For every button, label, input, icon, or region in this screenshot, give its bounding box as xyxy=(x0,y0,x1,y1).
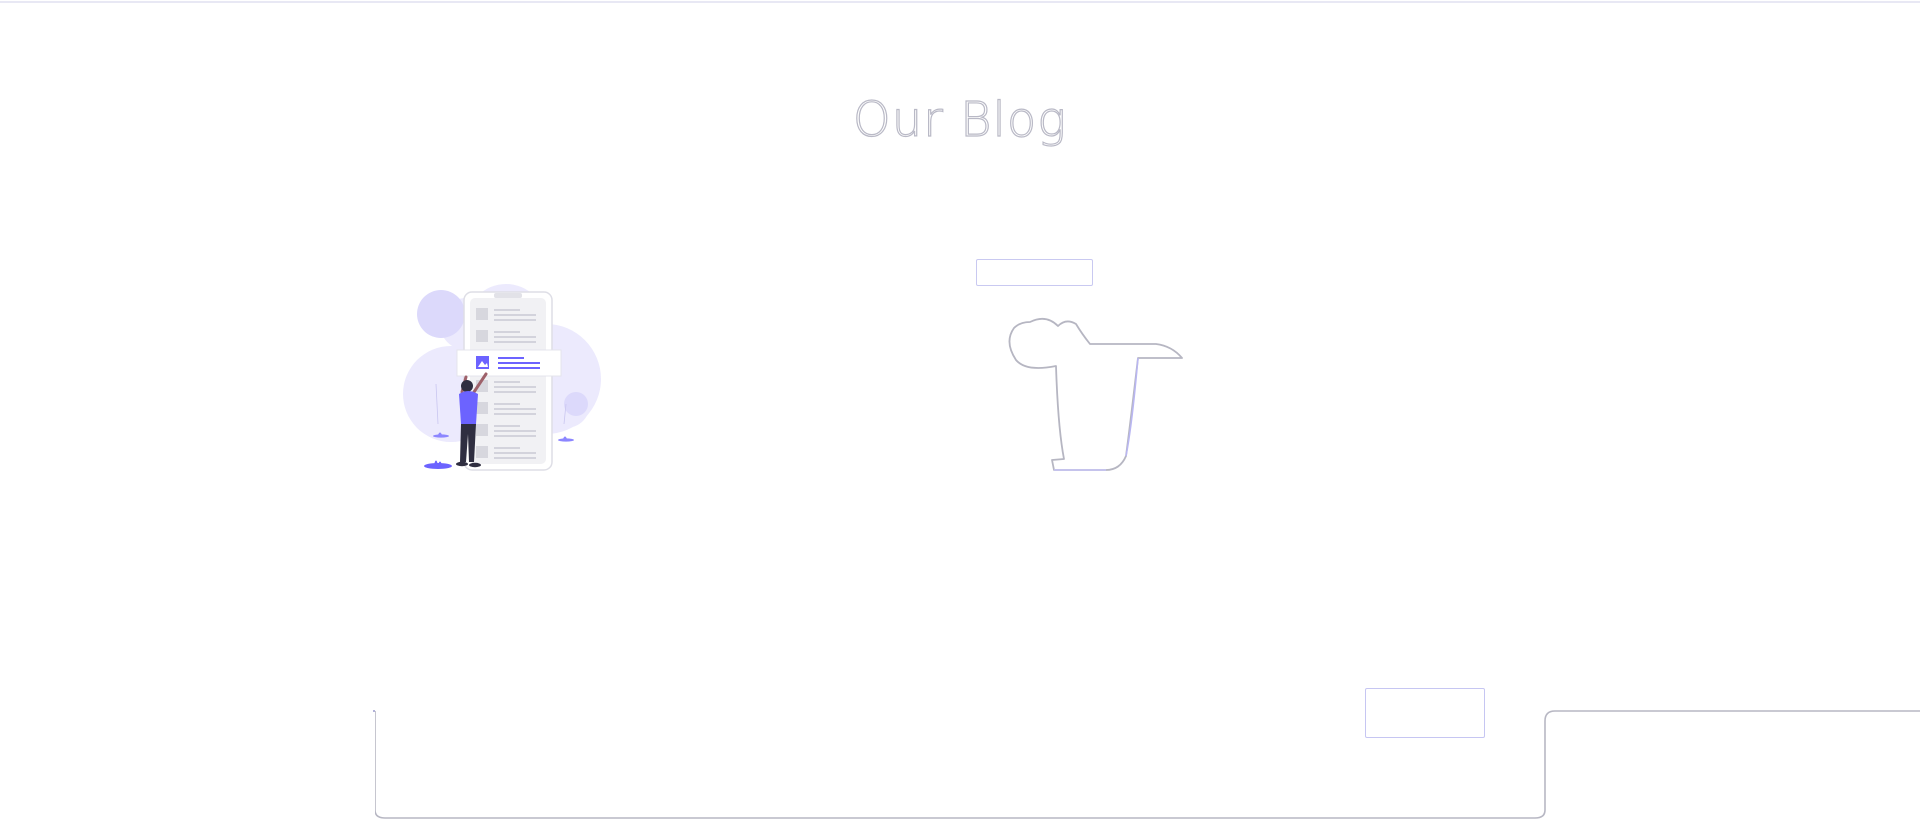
page-title: Our Blog xyxy=(852,91,1068,148)
top-divider xyxy=(0,1,1920,3)
hero-illustration xyxy=(403,284,601,471)
outline-chip[interactable] xyxy=(976,259,1093,286)
cup-outline-graphic xyxy=(1008,317,1183,471)
footer-frame xyxy=(375,710,1920,819)
